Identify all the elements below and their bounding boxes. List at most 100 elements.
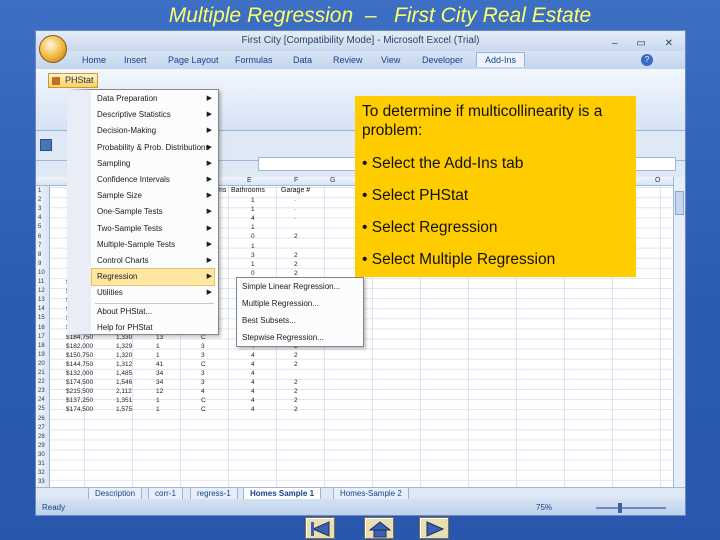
table-cell[interactable]: 4 [251, 352, 255, 359]
menu-item-two-sample-tests[interactable]: Two-Sample Tests ▶ [97, 221, 214, 237]
table-cell[interactable]: 1 [156, 343, 160, 350]
tab-insert[interactable]: Insert [124, 55, 147, 65]
table-cell[interactable]: $182,000 [66, 343, 93, 350]
menu-item-control-charts[interactable]: Control Charts ▶ [97, 253, 214, 269]
tab-developer[interactable]: Developer [422, 55, 463, 65]
row-number[interactable]: 8 [38, 252, 41, 258]
menu-item-data-preparation[interactable]: Data Preparation ▶ [97, 91, 214, 107]
table-cell[interactable]: 1,351 [116, 397, 132, 404]
table-cell[interactable]: 2 [294, 270, 298, 277]
menu-item-sampling[interactable]: Sampling ▶ [97, 156, 214, 172]
table-cell[interactable]: 1,312 [116, 361, 132, 368]
table-cell[interactable]: 4 [251, 370, 255, 377]
submenu-item-stepwise-regression[interactable]: Stepwise Regression... [242, 330, 359, 346]
tab-add-ins[interactable]: Add-Ins [476, 52, 526, 67]
row-number[interactable]: 29 [38, 443, 45, 449]
table-cell[interactable]: 4 [201, 388, 205, 395]
row-number[interactable]: 17 [38, 334, 45, 340]
table-cell[interactable]: 4 [251, 388, 255, 395]
row-number[interactable]: 21 [38, 370, 45, 376]
table-cell[interactable]: $174,500 [66, 406, 93, 413]
zoom-level[interactable]: 75% [536, 503, 552, 512]
column-header-o[interactable]: O [655, 177, 660, 184]
menu-item-regression[interactable]: Regression ▶ [91, 268, 215, 287]
table-cell[interactable]: 4 [251, 406, 255, 413]
table-cell[interactable]: 1 [251, 224, 255, 231]
row-number[interactable]: 2 [38, 197, 41, 203]
table-cell[interactable]: 0 [251, 233, 255, 240]
menu-item-about-phstat[interactable]: About PHStat... [97, 304, 214, 320]
row-number[interactable]: 27 [38, 425, 45, 431]
row-number[interactable]: 4 [38, 215, 41, 221]
row-number[interactable]: 19 [38, 352, 45, 358]
tab-view[interactable]: View [381, 55, 400, 65]
row-number[interactable]: 14 [38, 306, 45, 312]
menu-item-utilities[interactable]: Utilities ▶ [97, 285, 214, 301]
table-cell[interactable]: 3 [201, 379, 205, 386]
table-cell[interactable]: · [294, 206, 296, 213]
row-number[interactable]: 22 [38, 379, 45, 385]
table-cell[interactable]: 1 [251, 261, 255, 268]
table-cell[interactable]: 1 [251, 243, 255, 250]
nav-home-button[interactable] [364, 517, 394, 539]
row-number[interactable]: 32 [38, 470, 45, 476]
row-number[interactable]: 33 [38, 479, 45, 485]
table-cell[interactable]: 3 [201, 343, 205, 350]
table-cell[interactable]: 1,320 [116, 352, 132, 359]
table-cell[interactable]: C [201, 406, 206, 413]
submenu-item-simple-linear-regression[interactable]: Simple Linear Regression... [242, 279, 359, 295]
table-cell[interactable]: 4 [251, 379, 255, 386]
table-cell[interactable]: 2 [294, 379, 298, 386]
row-number[interactable]: 1 [38, 188, 41, 194]
table-cell[interactable]: 2 [294, 261, 298, 268]
row-number[interactable]: 31 [38, 461, 45, 467]
table-cell[interactable]: 2 [294, 406, 298, 413]
row-number[interactable]: 15 [38, 315, 45, 321]
row-number[interactable]: 28 [38, 434, 45, 440]
table-cell[interactable]: 1 [251, 206, 255, 213]
help-icon[interactable]: ? [641, 54, 653, 66]
table-cell[interactable]: 1 [156, 406, 160, 413]
table-cell[interactable]: 4 [251, 215, 255, 222]
table-cell[interactable]: 2 [294, 361, 298, 368]
row-number[interactable]: 5 [38, 224, 41, 230]
table-cell[interactable]: 2,112 [116, 388, 132, 395]
menu-item-probability-prob-distributions[interactable]: Probability & Prob. Distributions ▶ [97, 140, 214, 156]
column-header-e[interactable]: E [247, 177, 252, 184]
table-cell[interactable]: · [294, 197, 296, 204]
tab-data[interactable]: Data [293, 55, 312, 65]
submenu-item-multiple-regression[interactable]: Multiple Regression... [242, 296, 359, 312]
tab-review[interactable]: Review [333, 55, 363, 65]
row-number[interactable]: 26 [38, 416, 45, 422]
row-number[interactable]: 18 [38, 343, 45, 349]
row-number[interactable]: 20 [38, 361, 45, 367]
tab-page-layout[interactable]: Page Layout [168, 55, 219, 65]
office-button-icon[interactable] [39, 35, 67, 63]
nav-next-button[interactable] [419, 517, 449, 539]
zoom-slider[interactable] [596, 503, 666, 513]
menu-item-multiple-sample-tests[interactable]: Multiple-Sample Tests ▶ [97, 237, 214, 253]
table-cell[interactable]: $144,750 [66, 361, 93, 368]
table-cell[interactable]: 1,485 [116, 370, 132, 377]
row-number[interactable]: 9 [38, 261, 41, 267]
menu-item-help-for-phstat[interactable]: Help for PHStat [97, 320, 214, 336]
table-cell[interactable]: 2 [294, 233, 298, 240]
row-number[interactable]: 30 [38, 452, 45, 458]
column-header-g[interactable]: G [330, 177, 335, 184]
scrollbar-thumb[interactable] [675, 191, 684, 215]
column-header-f[interactable]: F [294, 177, 298, 184]
row-number[interactable]: 11 [38, 279, 44, 285]
menu-item-one-sample-tests[interactable]: One-Sample Tests ▶ [97, 204, 214, 220]
header-cell-bathrooms[interactable]: Bathrooms [231, 187, 265, 194]
tab-home[interactable]: Home [82, 55, 106, 65]
table-cell[interactable]: 1,329 [116, 343, 132, 350]
quick-access-icon[interactable] [40, 139, 52, 151]
table-cell[interactable]: $150,750 [66, 352, 93, 359]
row-number[interactable]: 6 [38, 234, 41, 240]
table-cell[interactable]: C [201, 361, 206, 368]
row-number[interactable]: 24 [38, 397, 45, 403]
table-cell[interactable]: 1,575 [116, 406, 132, 413]
submenu-item-best-subsets[interactable]: Best Subsets... [242, 313, 359, 329]
row-number[interactable]: 25 [38, 406, 45, 412]
table-cell[interactable]: $137,250 [66, 397, 93, 404]
